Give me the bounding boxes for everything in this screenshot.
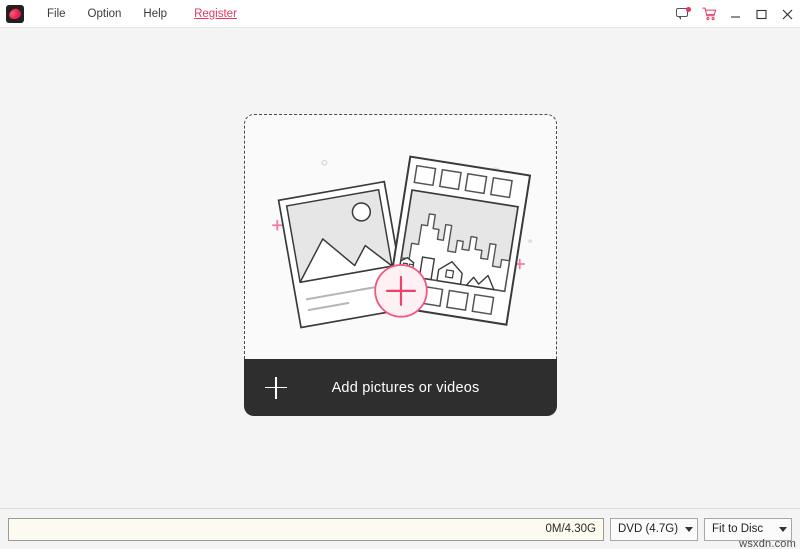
- chevron-down-icon: [685, 527, 693, 532]
- menu-bar: File Option Help Register: [0, 0, 800, 28]
- application-window: File Option Help Register: [0, 0, 800, 549]
- chevron-down-icon: [779, 527, 787, 532]
- menu-item-option[interactable]: Option: [77, 4, 133, 24]
- media-drop-card: Add pictures or videos: [244, 114, 557, 414]
- plus-icon: [265, 377, 287, 399]
- disc-type-select[interactable]: DVD (4.7G): [610, 518, 698, 541]
- maximize-button[interactable]: [748, 0, 774, 28]
- minimize-button[interactable]: [722, 0, 748, 28]
- menu-items: File Option Help Register: [36, 4, 241, 24]
- main-content-area: Add pictures or videos: [0, 28, 800, 508]
- cart-button[interactable]: [696, 0, 722, 28]
- maximize-icon: [756, 9, 767, 20]
- capacity-label: 0M/4.30G: [546, 523, 597, 535]
- fit-quality-value: Fit to Disc: [712, 523, 775, 535]
- capacity-progress-bar: 0M/4.30G: [8, 518, 604, 541]
- minimize-icon: [730, 9, 741, 20]
- add-plus-circle-icon: [375, 265, 427, 317]
- app-logo-icon: [6, 5, 24, 23]
- add-media-label: Add pictures or videos: [244, 380, 557, 396]
- window-controls: [670, 0, 800, 28]
- menu-item-help[interactable]: Help: [132, 4, 178, 24]
- media-illustration: [245, 115, 556, 358]
- status-bar: 0M/4.30G DVD (4.7G) Fit to Disc wsxdn.co…: [0, 508, 800, 549]
- feedback-button[interactable]: [670, 0, 696, 28]
- shopping-cart-icon: [702, 7, 717, 21]
- disc-type-value: DVD (4.7G): [618, 523, 681, 535]
- feedback-bubble-icon: [676, 8, 690, 21]
- close-button[interactable]: [774, 0, 800, 28]
- drop-zone[interactable]: [244, 114, 557, 359]
- add-media-button[interactable]: Add pictures or videos: [244, 359, 557, 416]
- close-icon: [782, 9, 793, 20]
- menu-item-file[interactable]: File: [36, 4, 77, 24]
- app-logo-glyph: [8, 7, 23, 20]
- register-link[interactable]: Register: [190, 4, 241, 24]
- fit-quality-select[interactable]: Fit to Disc: [704, 518, 792, 541]
